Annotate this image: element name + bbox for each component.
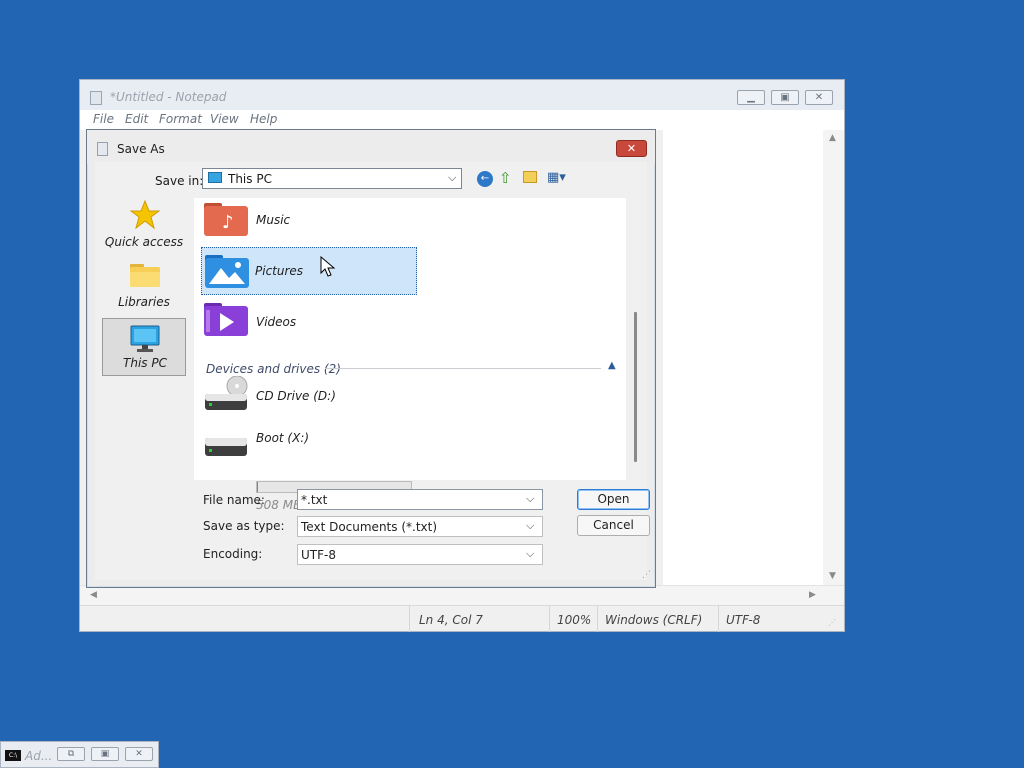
scroll-right-arrow-icon[interactable]: ▶ (809, 590, 816, 600)
menu-format[interactable]: Format (159, 112, 202, 126)
cancel-button[interactable]: Cancel (577, 515, 650, 536)
encoding-value: UTF-8 (301, 548, 336, 562)
open-button[interactable]: Open (577, 489, 650, 510)
resize-grip-icon[interactable]: ⋰ (642, 570, 651, 580)
computer-icon (130, 325, 160, 352)
music-folder-icon: ♪ (204, 203, 248, 236)
menu-edit[interactable]: Edit (125, 112, 148, 126)
status-encoding: UTF-8 (726, 613, 761, 627)
file-name-field[interactable]: *.txt ⌵ (297, 489, 543, 510)
save-type-value: Text Documents (*.txt) (301, 520, 438, 534)
list-item[interactable]: ♪ Music (194, 198, 626, 244)
save-type-label: Save as type: (203, 519, 285, 533)
item-label: Boot (X:) (256, 431, 310, 445)
view-menu-icon[interactable]: ▦▾ (547, 170, 573, 186)
up-folder-icon[interactable]: ⇧ (499, 170, 515, 186)
place-libraries[interactable]: Libraries (102, 258, 186, 314)
hard-drive-icon (205, 438, 247, 456)
scrollbar-thumb[interactable] (634, 312, 637, 462)
place-label: Quick access (104, 235, 184, 249)
videos-folder-icon (204, 303, 248, 336)
notepad-title-bar[interactable]: *Untitled - Notepad ▁ ▣ ✕ (80, 80, 844, 110)
notepad-status-bar: Ln 4, Col 7 100% Windows (CRLF) UTF-8 ⋰ (80, 605, 844, 632)
chevron-down-icon: ⌵ (448, 171, 457, 184)
library-folder-icon (130, 264, 160, 287)
star-icon (130, 200, 160, 230)
status-divider (549, 606, 550, 632)
computer-icon (208, 172, 222, 183)
minimized-console-window[interactable]: C:\ Ad... ⧉ ▣ ✕ (0, 741, 159, 768)
list-item[interactable]: Boot (X:) (194, 424, 626, 480)
notepad-text-area[interactable] (663, 130, 823, 585)
close-button[interactable]: ✕ (805, 90, 833, 105)
list-item[interactable]: Videos (194, 298, 626, 344)
item-label: Videos (256, 315, 297, 329)
notepad-title: *Untitled - Notepad (110, 90, 227, 104)
status-divider (718, 606, 719, 632)
console-title: Ad... (25, 749, 53, 763)
chevron-down-icon[interactable]: ⌵ (526, 492, 534, 506)
new-folder-icon[interactable] (523, 171, 537, 183)
restore-button[interactable]: ⧉ (57, 747, 85, 761)
notepad-document-icon (97, 142, 108, 156)
close-button[interactable]: ✕ (125, 747, 153, 761)
status-position: Ln 4, Col 7 (419, 613, 483, 627)
place-label: Libraries (118, 295, 170, 309)
file-list[interactable]: ♪ Music Pictures Videos Devices and driv… (194, 198, 626, 512)
file-name-label: File name: (203, 493, 265, 507)
svg-text:♪: ♪ (222, 212, 234, 233)
dialog-close-button[interactable]: ✕ (616, 140, 647, 157)
encoding-label: Encoding: (203, 547, 263, 561)
item-label: Music (256, 213, 291, 227)
item-label: Pictures (255, 264, 304, 278)
place-quick-access[interactable]: Quick access (102, 198, 186, 254)
notepad-vertical-scrollbar[interactable]: ▲ ▼ (823, 130, 844, 585)
save-in-dropdown[interactable]: This PC ⌵ (202, 168, 462, 189)
console-icon: C:\ (5, 750, 21, 761)
scroll-down-arrow-icon[interactable]: ▼ (829, 571, 836, 581)
status-zoom: 100% (557, 613, 592, 627)
item-label: CD Drive (D:) (256, 389, 336, 403)
notepad-menu-bar: File Edit Format View Help (80, 110, 844, 130)
file-name-value: *.txt (301, 493, 328, 507)
menu-view[interactable]: View (210, 112, 239, 126)
status-divider (409, 606, 410, 632)
dialog-title-bar[interactable]: Save As ✕ (87, 130, 655, 164)
mouse-cursor-icon (320, 256, 336, 277)
chevron-down-icon: ⌵ (526, 519, 535, 532)
back-arrow-icon[interactable]: ← (477, 171, 493, 187)
status-divider (597, 606, 598, 632)
save-type-dropdown[interactable]: Text Documents (*.txt) ⌵ (297, 516, 543, 537)
devices-group-header[interactable]: Devices and drives (2) (206, 362, 341, 376)
menu-help[interactable]: Help (250, 112, 277, 126)
chevron-down-icon: ⌵ (526, 547, 535, 560)
save-as-dialog: Save As ✕ Save in: This PC ⌵ ← ⇧ ▦▾ Quic… (86, 129, 656, 588)
place-label: This PC (123, 356, 167, 370)
place-this-pc[interactable]: This PC (102, 318, 186, 376)
scroll-left-arrow-icon[interactable]: ◀ (90, 590, 97, 600)
status-line-ending: Windows (CRLF) (605, 613, 703, 627)
menu-file[interactable]: File (93, 112, 114, 126)
group-divider (325, 368, 601, 369)
save-in-label: Save in: (155, 174, 204, 188)
list-item[interactable]: CD Drive (D:) (194, 376, 626, 416)
cd-drive-icon (205, 376, 248, 410)
file-list-scrollbar[interactable] (629, 198, 643, 480)
chevron-up-icon[interactable]: ▲ (608, 360, 616, 371)
dialog-title: Save As (117, 142, 165, 156)
resize-grip-icon[interactable]: ⋰ (828, 618, 836, 627)
scroll-up-arrow-icon[interactable]: ▲ (829, 133, 836, 143)
encoding-dropdown[interactable]: UTF-8 ⌵ (297, 544, 543, 565)
minimize-button[interactable]: ▁ (737, 90, 765, 105)
notepad-app-icon (90, 91, 102, 105)
save-in-value: This PC (228, 172, 272, 186)
pictures-folder-icon (205, 255, 249, 288)
maximize-button[interactable]: ▣ (91, 747, 119, 761)
maximize-button[interactable]: ▣ (771, 90, 799, 105)
dialog-body: Save in: This PC ⌵ ← ⇧ ▦▾ Quick access L… (95, 162, 651, 580)
drive-usage-fill (257, 482, 258, 492)
notepad-horizontal-scrollbar[interactable]: ◀ ▶ (80, 585, 844, 605)
list-item-selected[interactable]: Pictures (201, 247, 417, 295)
